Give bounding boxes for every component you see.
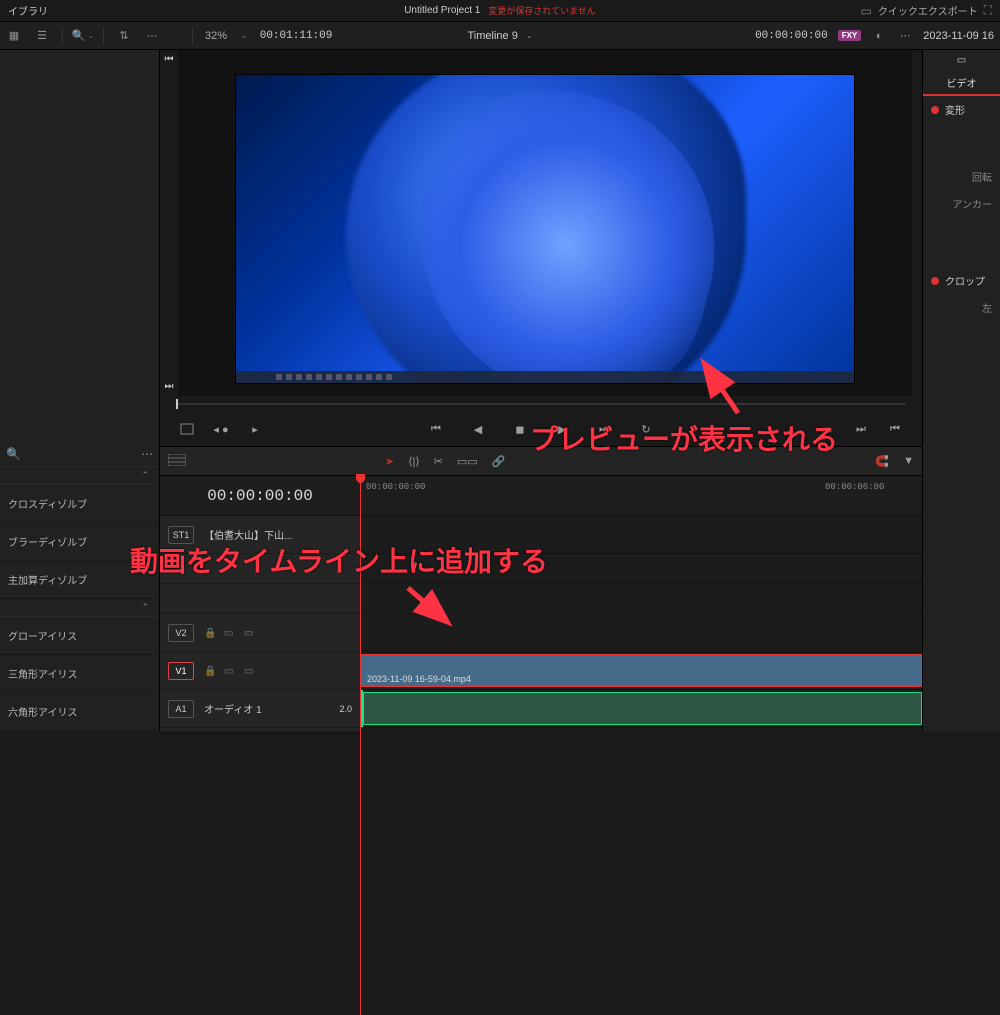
- keyframe-dot-icon[interactable]: [931, 277, 939, 285]
- fx-badge[interactable]: FXY: [838, 30, 862, 41]
- insert-tool-icon[interactable]: ▭▭: [457, 455, 478, 468]
- chevron-down-icon[interactable]: ⌄: [526, 31, 533, 40]
- video-lane-v2[interactable]: [360, 614, 922, 652]
- loop-button[interactable]: ↻: [637, 420, 655, 438]
- link-tool-icon[interactable]: 🔗: [492, 455, 506, 468]
- timeline-timecode[interactable]: 00:00:00:00: [207, 487, 313, 505]
- quick-export-button[interactable]: クイックエクスポート: [878, 3, 978, 18]
- source-timecode[interactable]: 00:01:11:09: [260, 30, 333, 42]
- clip-filename: 2023-11-09 16-59-04.mp4: [367, 674, 471, 684]
- anchor-label: アンカー: [952, 200, 992, 211]
- zoom-level[interactable]: 32%: [205, 30, 227, 42]
- lock-icon[interactable]: 🔒: [204, 666, 214, 676]
- subtitle-track-head[interactable]: ST1 【伯耆大山】下山...: [160, 516, 360, 554]
- play-button[interactable]: ▶: [553, 420, 571, 438]
- video-track-head-v2[interactable]: V2 🔒 ▭ ▭: [160, 614, 360, 652]
- audio-clip[interactable]: [363, 692, 922, 725]
- marker-icon[interactable]: ▼: [903, 455, 914, 467]
- more-icon[interactable]: ⋯: [141, 447, 153, 461]
- stop-button[interactable]: ◼: [511, 420, 529, 438]
- overwrite-icon[interactable]: ⏭: [852, 420, 870, 438]
- timeline-view-icon[interactable]: [168, 454, 186, 469]
- sort-icon[interactable]: ⇅: [116, 28, 132, 44]
- menu-dots-icon[interactable]: ⋯: [897, 28, 913, 44]
- audio-lane-a1[interactable]: [360, 690, 922, 728]
- scrub-playhead[interactable]: [176, 399, 178, 409]
- lock-icon[interactable]: 🔒: [204, 628, 214, 638]
- keyframe-dot-icon[interactable]: [931, 106, 939, 114]
- inspector-date: 2023-11-09 16: [923, 30, 994, 42]
- first-frame-button[interactable]: ⏮: [427, 420, 445, 438]
- audio-channels: 2.0: [339, 704, 352, 714]
- video-inspector-icon: ▭: [957, 55, 966, 66]
- trim-tool-icon[interactable]: ⟨|⟩: [408, 455, 419, 468]
- rotation-label: 回転: [972, 173, 992, 184]
- mark-out-icon[interactable]: ▸: [246, 420, 264, 438]
- track-name-a1[interactable]: A1: [168, 700, 194, 718]
- transition-item-cross-dissolve[interactable]: クロスディゾルブ: [0, 485, 159, 523]
- video-clip[interactable]: 2023-11-09 16-59-04.mp4: [360, 654, 922, 687]
- project-title: Untitled Project 1: [404, 5, 480, 16]
- crop-label[interactable]: クロップ: [945, 273, 985, 288]
- list-view-icon[interactable]: ☰: [34, 28, 50, 44]
- ruler-tick: 00:00:06:00: [825, 482, 884, 492]
- search-icon[interactable]: 🔍⌄: [75, 28, 91, 44]
- disable-icon[interactable]: ▭: [244, 628, 254, 638]
- auto-select-icon[interactable]: ▭: [224, 628, 234, 638]
- video-lane-v1[interactable]: 2023-11-09 16-59-04.mp4: [360, 652, 922, 690]
- subtitle-lane[interactable]: [360, 516, 922, 554]
- ruler-tick: 00:00:00:00: [366, 482, 425, 492]
- subtitle-clip-label: 【伯耆大山】下山...: [204, 527, 292, 542]
- transition-item-triangle-iris[interactable]: 三角形アイリス: [0, 655, 159, 693]
- search-icon[interactable]: 🔍: [6, 447, 21, 461]
- fullscreen-icon[interactable]: ⛶: [984, 3, 992, 18]
- record-timecode[interactable]: 00:00:00:00: [755, 30, 828, 42]
- audio-track-head-a1[interactable]: A1 オーディオ 1 2.0: [160, 690, 360, 728]
- match-frame-icon[interactable]: [178, 420, 196, 438]
- crop-left-label: 左: [982, 304, 992, 315]
- monitor-icon[interactable]: ▭: [861, 4, 872, 18]
- mark-in-icon[interactable]: ◂ ●: [212, 420, 230, 438]
- transform-label[interactable]: 変形: [945, 102, 965, 117]
- inspector-tab-video[interactable]: ビデオ: [923, 70, 1000, 96]
- blade-tool-icon[interactable]: ✂: [434, 455, 443, 468]
- replace-icon[interactable]: ⏮: [886, 420, 904, 438]
- grid-view-icon[interactable]: ▦: [6, 28, 22, 44]
- go-end-icon[interactable]: ⏭: [165, 381, 174, 392]
- track-name-st1[interactable]: ST1: [168, 526, 194, 544]
- auto-select-icon[interactable]: ▭: [224, 666, 234, 676]
- save-warning-label: 変更が保存されていません: [488, 4, 595, 17]
- transition-item-glow-iris[interactable]: グローアイリス: [0, 617, 159, 655]
- track-name-v1[interactable]: V1: [168, 662, 194, 680]
- go-start-icon[interactable]: ⏮: [165, 54, 174, 65]
- disable-icon[interactable]: ▭: [244, 666, 254, 676]
- track-name-v2[interactable]: V2: [168, 624, 194, 642]
- video-track-head-v1[interactable]: V1 🔒 ▭ ▭: [160, 652, 360, 690]
- collapse-chevron-icon[interactable]: ⌃: [141, 470, 149, 481]
- scrub-bar[interactable]: [176, 403, 906, 405]
- collapse-chevron-icon[interactable]: ⌃: [141, 602, 149, 613]
- bypass-icon[interactable]: ◐: [871, 28, 887, 44]
- timeline-name[interactable]: Timeline 9: [467, 30, 517, 42]
- transition-item-hexagon-iris[interactable]: 六角形アイリス: [0, 693, 159, 731]
- prev-frame-button[interactable]: ◀: [469, 420, 487, 438]
- next-frame-button[interactable]: ⏭: [595, 420, 613, 438]
- preview-viewer[interactable]: [235, 74, 855, 384]
- audio-track-label: オーディオ 1: [204, 701, 262, 716]
- transition-item-blur-dissolve[interactable]: ブラーディゾルブ: [0, 523, 159, 561]
- transition-item-additive-dissolve[interactable]: 主加算ディゾルブ: [0, 561, 159, 599]
- library-label: イブラリ: [8, 3, 48, 18]
- timeline-ruler[interactable]: 00:00:00:00 00:00:06:00: [360, 476, 922, 515]
- snap-icon[interactable]: 🧲: [875, 455, 889, 468]
- selection-tool-icon[interactable]: ➤: [385, 455, 394, 468]
- insert-icon[interactable]: ▭: [818, 420, 836, 438]
- more-icon[interactable]: ⋯: [144, 28, 160, 44]
